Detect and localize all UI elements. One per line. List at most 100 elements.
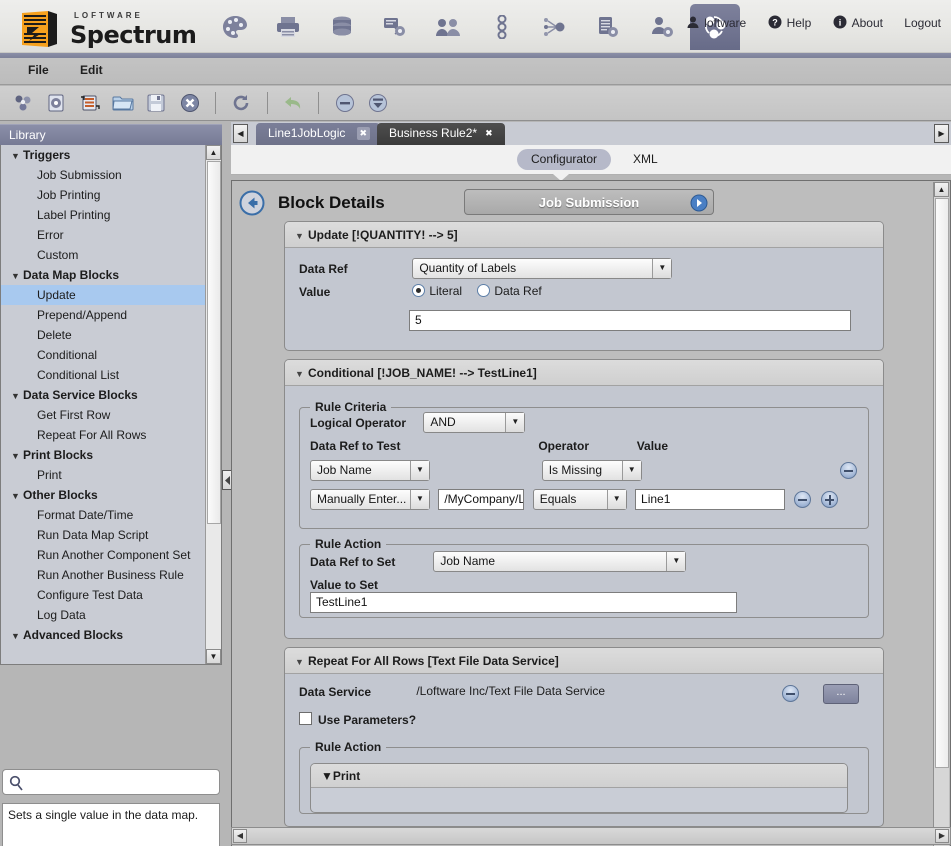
canvas-scroll-up-arrow-icon[interactable]: ▲: [934, 182, 949, 197]
browse-data-service-button[interactable]: ...: [823, 684, 859, 704]
library-item-format-date-time[interactable]: Format Date/Time: [1, 505, 206, 525]
hscroll-right-arrow-icon[interactable]: ▶: [935, 829, 949, 843]
canvas-scroll-thumb[interactable]: [935, 198, 949, 768]
remove-data-service-button[interactable]: [782, 685, 799, 702]
trigger-selector-button[interactable]: Job Submission: [464, 189, 714, 215]
toolbar-collapse-all-icon[interactable]: [330, 88, 360, 118]
library-item-custom[interactable]: Custom: [1, 245, 206, 265]
toolbar-refresh-icon[interactable]: [226, 88, 256, 118]
library-item-update[interactable]: Update: [1, 285, 206, 305]
dataref-to-set-combo[interactable]: Job Name ▼: [433, 551, 687, 572]
nav-icon-printer-icon[interactable]: [263, 4, 313, 50]
collapse-caret-icon[interactable]: ▼: [295, 649, 308, 675]
library-item-run-another-business-rule[interactable]: Run Another Business Rule: [1, 565, 206, 585]
nav-icon-data-service-gear-icon[interactable]: [370, 4, 420, 50]
menu-edit[interactable]: Edit: [66, 63, 117, 77]
toolbar-save-icon[interactable]: [141, 88, 171, 118]
toolbar-undo-icon[interactable]: [278, 88, 308, 118]
hscroll-left-arrow-icon[interactable]: ◀: [233, 829, 247, 843]
update-dataref-combo[interactable]: Quantity of Labels ▼: [412, 258, 673, 279]
nav-icon-design-palette-icon[interactable]: [210, 4, 260, 50]
library-item-log-data[interactable]: Log Data: [1, 605, 206, 625]
use-parameters-checkbox[interactable]: [299, 712, 312, 725]
toolbar-expand-all-icon[interactable]: [363, 88, 393, 118]
library-item-configure-test-data[interactable]: Configure Test Data: [1, 585, 206, 605]
criteria-value-input[interactable]: Line1: [635, 489, 786, 510]
library-item-conditional[interactable]: Conditional: [1, 345, 206, 365]
library-item-prepend-append[interactable]: Prepend/Append: [1, 305, 206, 325]
block-repeat-header[interactable]: ▼ Repeat For All Rows [Text File Data Ser…: [285, 648, 883, 674]
expand-caret-icon[interactable]: ▼: [11, 626, 23, 646]
collapse-caret-icon[interactable]: ▼: [295, 223, 308, 249]
library-item-error[interactable]: Error: [1, 225, 206, 245]
add-criteria-button[interactable]: [820, 491, 838, 508]
library-item-other-blocks[interactable]: ▼ Other Blocks: [1, 485, 206, 505]
expand-caret-icon[interactable]: ▼: [11, 266, 23, 286]
chevron-down-icon[interactable]: ▼: [606, 490, 626, 509]
chevron-down-icon[interactable]: ▼: [505, 413, 525, 432]
scroll-thumb[interactable]: [207, 161, 221, 524]
user-menu-item-help[interactable]: ? Help: [768, 15, 811, 30]
remove-criteria-button[interactable]: [794, 491, 812, 508]
user-menu-item-account[interactable]: loftware: [687, 16, 746, 30]
chevron-down-icon[interactable]: ▼: [666, 552, 686, 571]
menu-file[interactable]: File: [14, 63, 63, 77]
tab-close-icon[interactable]: ✖: [356, 127, 370, 140]
library-tree-scrollbar[interactable]: ▲ ▼: [205, 145, 221, 664]
library-item-print-blocks[interactable]: ▼ Print Blocks: [1, 445, 206, 465]
horizontal-scrollbar[interactable]: ◀ ▶: [231, 827, 951, 845]
library-item-job-printing[interactable]: Job Printing: [1, 185, 206, 205]
logical-operator-combo[interactable]: AND ▼: [423, 412, 526, 433]
library-search[interactable]: [2, 769, 220, 795]
tabs-scroll-left-icon[interactable]: ◀: [233, 124, 248, 143]
criteria-operator-combo[interactable]: Equals ▼: [532, 489, 627, 510]
remove-criteria-button[interactable]: [840, 462, 858, 479]
block-conditional-header[interactable]: ▼ Conditional [!JOB_NAME! --> TestLine1]: [285, 360, 883, 386]
library-item-data-service-blocks[interactable]: ▼ Data Service Blocks: [1, 385, 206, 405]
canvas-scrollbar[interactable]: ▲ ▼: [933, 182, 949, 846]
library-item-advanced-blocks[interactable]: ▼ Advanced Blocks: [1, 625, 206, 645]
inner-block-print-header[interactable]: ▼Print: [311, 764, 847, 788]
user-menu-item-about[interactable]: i About: [833, 15, 883, 30]
scroll-up-arrow-icon[interactable]: ▲: [206, 145, 221, 160]
block-update-header[interactable]: ▼ Update [!QUANTITY! --> 5]: [285, 222, 883, 248]
collapse-caret-icon[interactable]: ▼: [295, 361, 308, 387]
collapse-caret-icon[interactable]: ▼: [321, 769, 333, 783]
library-item-triggers[interactable]: ▼ Triggers: [1, 145, 206, 165]
nav-icon-users-group-icon[interactable]: [423, 4, 473, 50]
radio-literal[interactable]: [412, 284, 426, 297]
forward-arrow-icon[interactable]: [690, 194, 708, 220]
library-item-job-submission[interactable]: Job Submission: [1, 165, 206, 185]
criteria-dataref-combo[interactable]: Manually Enter... ▼: [310, 489, 430, 510]
radio-dataref[interactable]: [477, 284, 491, 297]
criteria-operator-combo[interactable]: Is Missing ▼: [541, 460, 642, 481]
library-item-get-first-row[interactable]: Get First Row: [1, 405, 206, 425]
value-to-set-input[interactable]: TestLine1: [310, 591, 737, 613]
library-item-run-data-map-script[interactable]: Run Data Map Script: [1, 525, 206, 545]
expand-caret-icon[interactable]: ▼: [11, 386, 23, 406]
tab-xml[interactable]: XML: [619, 149, 672, 170]
chevron-down-icon[interactable]: ▼: [652, 259, 672, 278]
chevron-down-icon[interactable]: ▼: [621, 461, 641, 480]
expand-caret-icon[interactable]: ▼: [11, 146, 23, 166]
back-button[interactable]: [239, 190, 265, 219]
library-item-print[interactable]: Print: [1, 465, 206, 485]
chevron-down-icon[interactable]: ▼: [410, 490, 429, 509]
nav-icon-workflow-icon[interactable]: [530, 4, 580, 50]
chevron-down-icon[interactable]: ▼: [410, 461, 429, 480]
expand-caret-icon[interactable]: ▼: [11, 486, 23, 506]
document-tab-business-rule2[interactable]: Business Rule2* ✖: [377, 123, 506, 145]
library-item-data-map-blocks[interactable]: ▼ Data Map Blocks: [1, 265, 206, 285]
criteria-path-input[interactable]: /MyCompany/L: [438, 489, 525, 510]
expand-caret-icon[interactable]: ▼: [11, 446, 23, 466]
document-tab-line1joblogic[interactable]: Line1JobLogic ✖: [256, 123, 380, 145]
library-item-repeat-for-all-rows[interactable]: Repeat For All Rows: [1, 425, 206, 445]
tab-close-icon[interactable]: ✖: [482, 127, 495, 140]
scroll-down-arrow-icon[interactable]: ▼: [206, 649, 221, 664]
toolbar-new-icon[interactable]: [8, 88, 38, 118]
nav-icon-devices-icon[interactable]: [477, 4, 527, 50]
user-menu-item-logout[interactable]: Logout: [904, 16, 941, 30]
tabs-scroll-right-icon[interactable]: ▶: [934, 124, 949, 143]
nav-icon-database-icon[interactable]: [317, 4, 367, 50]
toolbar-duplicate-icon[interactable]: [75, 88, 105, 118]
